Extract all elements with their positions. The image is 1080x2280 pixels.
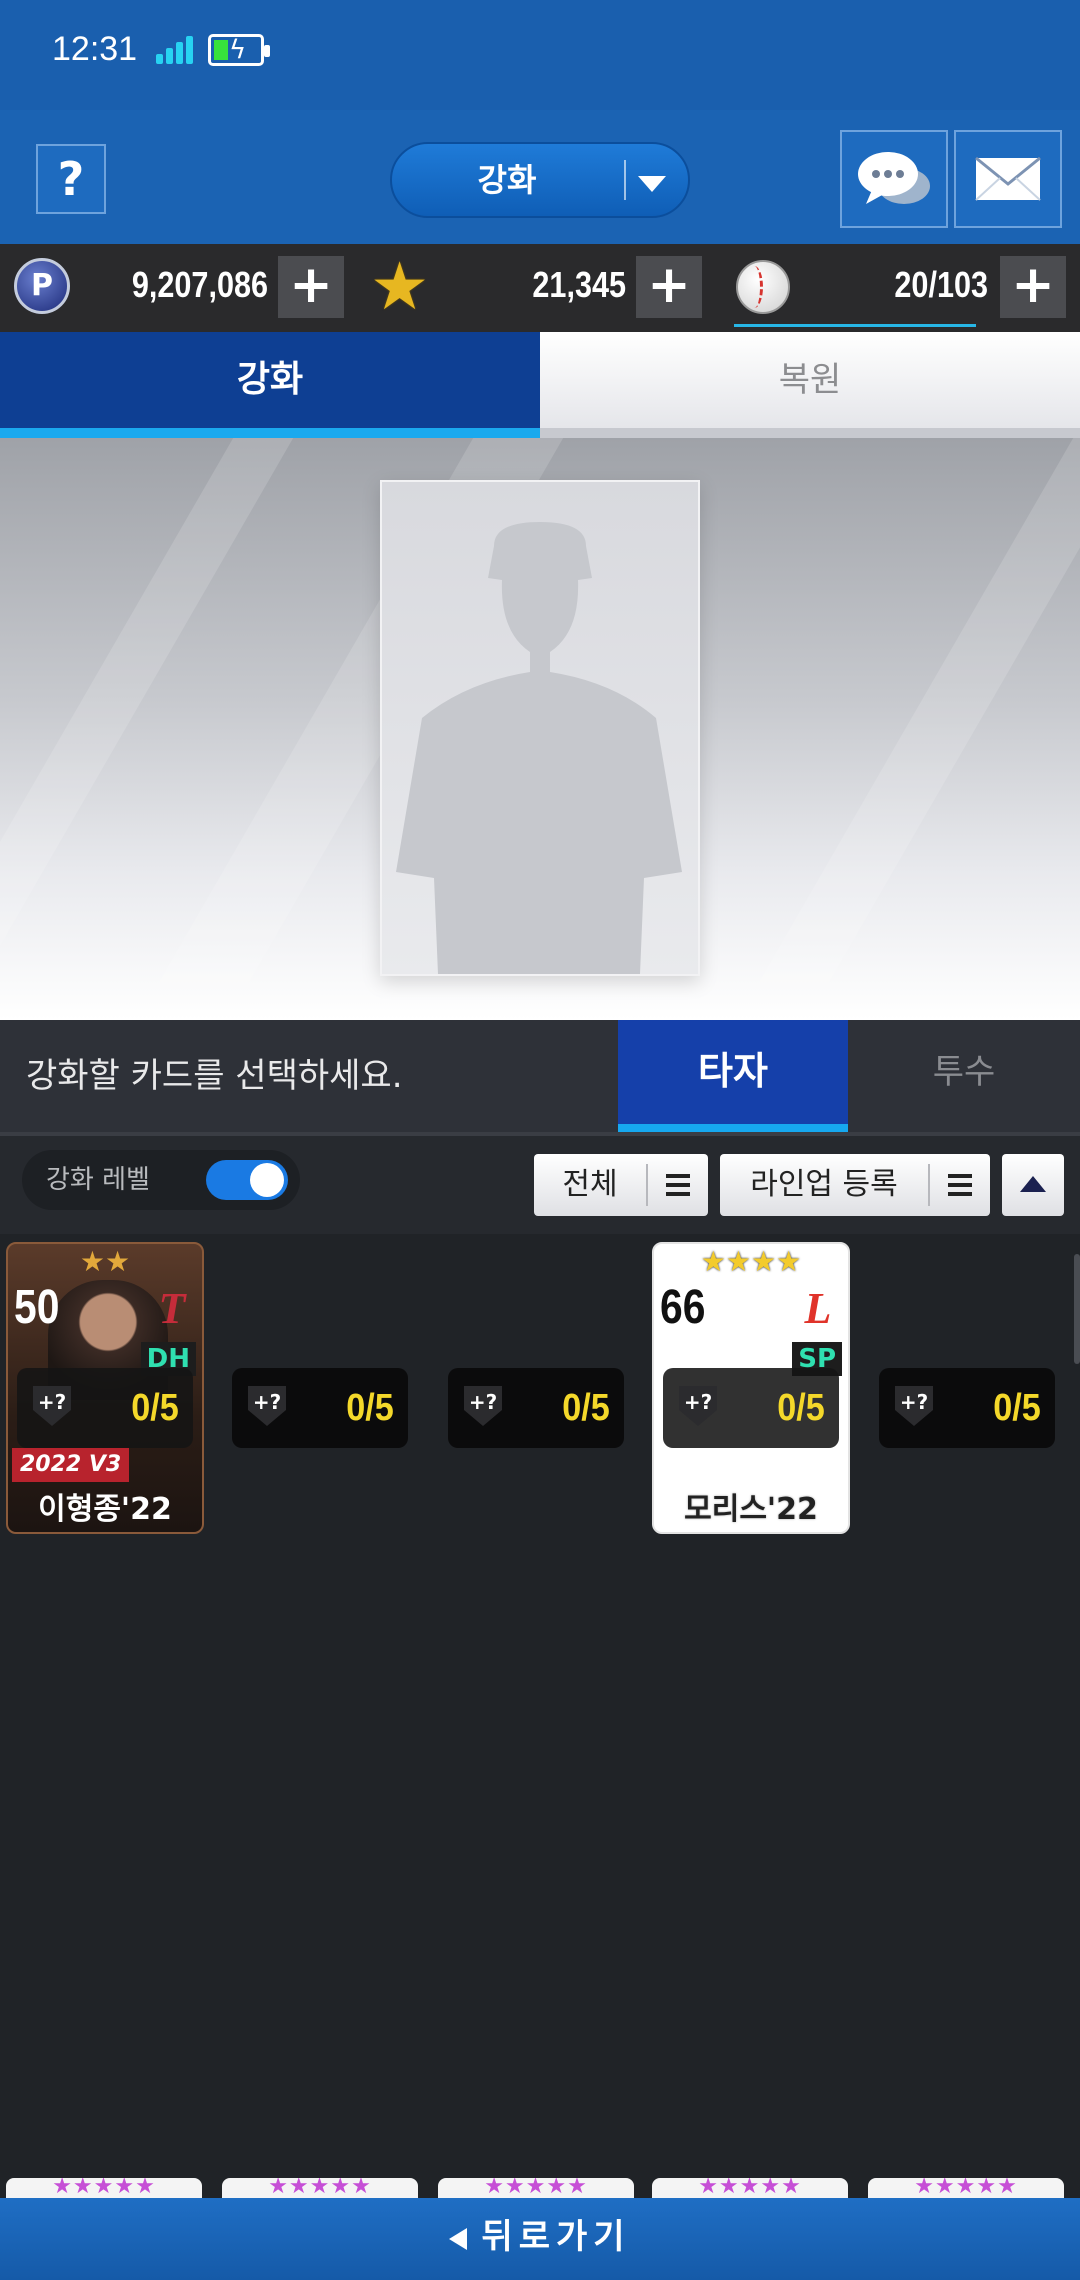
help-button[interactable]: ? bbox=[36, 144, 106, 214]
baseball-icon bbox=[736, 260, 790, 314]
chat-bubbles-icon bbox=[858, 152, 930, 204]
card-stars: ★★★★ bbox=[700, 1245, 802, 1278]
enhance-level-toggle-box: 강화 레벨 bbox=[22, 1150, 300, 1210]
stars-value: 21,345 bbox=[532, 264, 626, 305]
home-plate-icon: +? bbox=[895, 1386, 933, 1426]
triangle-up-icon bbox=[1020, 1176, 1046, 1192]
card-stars: ★★★★★ bbox=[914, 2178, 1018, 2198]
enhance-stage bbox=[0, 438, 1080, 1020]
filter-all-button[interactable]: 전체 bbox=[534, 1154, 708, 1216]
back-button[interactable]: 뒤로가기 bbox=[0, 2198, 1080, 2280]
home-plate-icon: +? bbox=[464, 1386, 502, 1426]
tab-enhance[interactable]: 강화 bbox=[0, 332, 540, 438]
card-stars: ★★ bbox=[79, 1245, 131, 1278]
card-stars: ★★★★★ bbox=[698, 2178, 802, 2198]
divider bbox=[646, 1164, 648, 1206]
card-stars: ★★★★★ bbox=[268, 2178, 372, 2198]
signal-icon bbox=[156, 36, 194, 64]
battery-charging-icon: ϟ bbox=[208, 34, 270, 66]
add-points-button[interactable]: + bbox=[278, 256, 344, 318]
divider bbox=[928, 1164, 930, 1206]
enhance-level-label: 강화 레벨 bbox=[46, 1165, 150, 1195]
divider bbox=[624, 160, 626, 200]
upgrade-slot[interactable]: +? 0/5 bbox=[448, 1368, 624, 1448]
upgrade-slot[interactable]: +? 0/5 bbox=[879, 1368, 1055, 1448]
card-name: 모리스'22 bbox=[684, 1492, 818, 1527]
version-tag: 2022 V3 bbox=[12, 1448, 130, 1482]
back-button-inner: 뒤로가기 bbox=[0, 2198, 1080, 2280]
envelope-icon bbox=[975, 156, 1041, 201]
partial-card[interactable]: ★★★★★ bbox=[222, 2178, 418, 2198]
upgrade-slot[interactable]: +? 0/5 bbox=[232, 1368, 408, 1448]
card-overall: 50 bbox=[14, 1281, 60, 1334]
chevron-down-icon bbox=[638, 176, 666, 192]
star-currency-icon: ★ bbox=[370, 248, 430, 325]
add-stars-button[interactable]: + bbox=[636, 256, 702, 318]
filter-all-label: 전체 bbox=[562, 1167, 618, 1202]
status-time: 12:31 bbox=[52, 30, 138, 68]
home-plate-icon: +? bbox=[679, 1386, 717, 1426]
scrollbar[interactable] bbox=[1074, 1254, 1080, 1364]
tab-batter[interactable]: 타자 bbox=[618, 1020, 848, 1132]
partial-card[interactable]: ★★★★★ bbox=[6, 2178, 202, 2198]
tab-pitcher[interactable]: 투수 bbox=[848, 1020, 1080, 1132]
team-logo-icon: L bbox=[804, 1284, 832, 1333]
home-plate-icon: +? bbox=[248, 1386, 286, 1426]
tab-restore[interactable]: 복원 bbox=[540, 332, 1080, 438]
sort-up-button[interactable] bbox=[1002, 1154, 1064, 1216]
top-header: ? 강화 bbox=[0, 110, 1080, 244]
back-label: 뒤로가기 bbox=[481, 2217, 631, 2257]
screen: 12:31 ϟ ? 강화 P 9,207,086 + ★ 21,345 + 20… bbox=[0, 0, 1080, 2280]
chat-button[interactable] bbox=[840, 130, 948, 228]
points-value: 9,207,086 bbox=[131, 264, 268, 305]
partial-card[interactable]: ★★★★★ bbox=[438, 2178, 634, 2198]
card-stars: ★★★★★ bbox=[52, 2178, 156, 2198]
home-plate-icon: +? bbox=[33, 1386, 71, 1426]
status-bar: 12:31 ϟ bbox=[0, 0, 1080, 110]
slot-count: 0/5 bbox=[777, 1387, 825, 1429]
slot-count: 0/5 bbox=[993, 1387, 1041, 1429]
partial-card[interactable]: ★★★★★ bbox=[652, 2178, 848, 2198]
slot-count: 0/5 bbox=[562, 1387, 610, 1429]
filter-row: 강화 레벨 전체 라인업 등록 bbox=[0, 1132, 1080, 1234]
player-silhouette-icon bbox=[396, 522, 682, 974]
card-stars: ★★★★★ bbox=[484, 2178, 588, 2198]
menu-lines-icon bbox=[948, 1174, 972, 1196]
point-coin-icon: P bbox=[14, 258, 70, 314]
upgrade-slot[interactable]: +? 0/5 bbox=[663, 1368, 839, 1448]
upgrade-slot[interactable]: +? 0/5 bbox=[17, 1368, 193, 1448]
mode-dropdown[interactable]: 강화 bbox=[390, 142, 690, 218]
light-beam bbox=[697, 438, 1080, 1020]
enhance-level-toggle[interactable] bbox=[206, 1160, 288, 1200]
slot-count: 0/5 bbox=[131, 1387, 179, 1429]
balls-value: 20/103 bbox=[894, 264, 988, 305]
empty-card-slot[interactable] bbox=[380, 480, 700, 976]
team-logo-icon: T bbox=[158, 1284, 186, 1333]
back-arrow-icon bbox=[449, 2227, 468, 2250]
mail-button[interactable] bbox=[954, 130, 1062, 228]
currency-bar: P 9,207,086 + ★ 21,345 + 20/103 + bbox=[0, 244, 1080, 332]
next-card-row: ★★★★★ ★★★★★ ★★★★★ ★★★★★ ★★★★★ bbox=[0, 2178, 1080, 2198]
card-name: 이형종'22 bbox=[38, 1492, 172, 1527]
card-selector-bar: 강화할 카드를 선택하세요. 타자 투수 bbox=[0, 1020, 1080, 1132]
mode-dropdown-label: 강화 bbox=[477, 161, 537, 199]
lineup-filter-label: 라인업 등록 bbox=[750, 1167, 898, 1202]
menu-lines-icon bbox=[666, 1174, 690, 1196]
main-tabs: 강화 복원 bbox=[0, 332, 1080, 438]
balls-underline bbox=[734, 324, 976, 327]
toggle-knob bbox=[250, 1163, 284, 1197]
card-overall: 66 bbox=[660, 1281, 706, 1334]
partial-card[interactable]: ★★★★★ bbox=[868, 2178, 1064, 2198]
select-prompt: 강화할 카드를 선택하세요. bbox=[26, 1056, 403, 1096]
slot-count: 0/5 bbox=[346, 1387, 394, 1429]
add-balls-button[interactable]: + bbox=[1000, 256, 1066, 318]
card-grid: ★★ 50 T DH 2022 V3 이형종'22 ★★★★ 66 L SP 모… bbox=[0, 1234, 1080, 2198]
lineup-filter-button[interactable]: 라인업 등록 bbox=[720, 1154, 990, 1216]
